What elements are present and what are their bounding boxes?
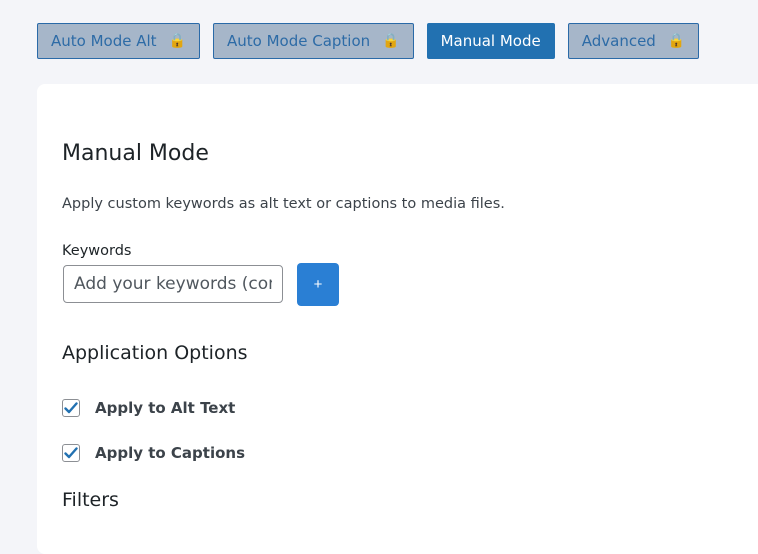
option-apply-alt-text[interactable]: Apply to Alt Text	[62, 399, 235, 417]
tab-auto-mode-caption[interactable]: Auto Mode Caption 🔒	[212, 23, 414, 59]
tab-label: Manual Mode	[440, 32, 541, 50]
manual-mode-panel: Manual Mode Apply custom keywords as alt…	[37, 84, 758, 554]
tab-label: Auto Mode Caption	[226, 32, 371, 50]
tab-advanced[interactable]: Advanced 🔒	[567, 23, 700, 59]
page-title: Manual Mode	[62, 141, 209, 166]
checkmark-icon	[64, 447, 78, 459]
tab-label: Advanced	[581, 32, 656, 50]
keywords-label: Keywords	[62, 243, 132, 259]
tab-manual-mode[interactable]: Manual Mode	[426, 23, 555, 59]
tab-label: Auto Mode Alt	[51, 32, 157, 50]
add-keyword-button[interactable]: +	[297, 263, 339, 306]
lock-icon: 🔒	[382, 33, 400, 49]
application-options-title: Application Options	[62, 342, 248, 364]
lock-icon: 🔒	[168, 33, 186, 49]
alt-text-checkbox[interactable]	[62, 399, 80, 417]
option-apply-captions[interactable]: Apply to Captions	[62, 444, 245, 462]
keywords-input[interactable]	[63, 265, 283, 303]
page-description: Apply custom keywords as alt text or cap…	[62, 196, 505, 212]
tab-auto-mode-alt[interactable]: Auto Mode Alt 🔒	[37, 23, 200, 59]
lock-icon: 🔒	[667, 33, 686, 49]
captions-checkbox[interactable]	[62, 444, 80, 462]
alt-text-label: Apply to Alt Text	[95, 399, 236, 417]
checkmark-icon	[64, 402, 78, 414]
mode-tabs: Auto Mode Alt 🔒 Auto Mode Caption 🔒 Manu…	[37, 23, 700, 59]
captions-label: Apply to Captions	[95, 444, 246, 462]
filters-title: Filters	[62, 489, 119, 511]
